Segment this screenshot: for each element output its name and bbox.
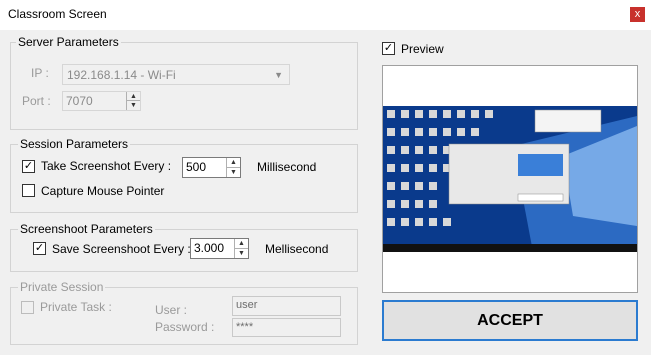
take-screenshot-label: Take Screenshot Every : xyxy=(41,159,172,173)
preview-dialog xyxy=(534,109,602,133)
desktop-preview-image xyxy=(383,66,637,252)
down-arrow-icon[interactable]: ▼ xyxy=(227,168,240,178)
private-task-label: Private Task : xyxy=(40,300,112,314)
save-screenshot-checkbox[interactable]: ✓ xyxy=(33,242,46,255)
taskbar xyxy=(383,244,637,252)
take-interval-stepper[interactable]: 500 ▲ ▼ xyxy=(182,157,241,178)
take-interval-buttons[interactable]: ▲ ▼ xyxy=(226,158,240,177)
take-interval-unit: Millisecond xyxy=(257,160,317,174)
down-arrow-icon[interactable]: ▼ xyxy=(235,249,248,259)
private-task-checkbox[interactable] xyxy=(21,301,34,314)
preview-pane xyxy=(382,65,638,293)
accept-button[interactable]: ACCEPT xyxy=(382,300,638,341)
chevron-down-icon: ▼ xyxy=(274,70,283,80)
port-value: 7070 xyxy=(66,94,93,108)
port-stepper-buttons[interactable]: ▲ ▼ xyxy=(126,92,140,110)
take-interval-value: 500 xyxy=(186,160,207,174)
preview-label: Preview xyxy=(401,42,444,56)
password-label: Password : xyxy=(155,320,215,334)
save-interval-buttons[interactable]: ▲ ▼ xyxy=(234,239,248,258)
ip-label: IP : xyxy=(31,66,49,80)
up-arrow-icon[interactable]: ▲ xyxy=(127,92,140,101)
capture-mouse-checkbox[interactable] xyxy=(22,184,35,197)
save-interval-unit: Mellisecond xyxy=(265,242,329,256)
take-screenshot-checkbox[interactable]: ✓ xyxy=(22,160,35,173)
close-button[interactable]: x xyxy=(630,7,645,22)
ip-select[interactable]: 192.168.1.14 - Wi-Fi ▼ xyxy=(62,64,290,85)
save-interval-stepper[interactable]: 3.000 ▲ ▼ xyxy=(190,238,249,259)
session-parameters-group xyxy=(10,144,358,213)
window-title: Classroom Screen xyxy=(8,7,107,21)
preview-checkbox[interactable]: ✓ xyxy=(382,42,395,55)
server-parameters-group xyxy=(10,42,358,130)
port-stepper[interactable]: 7070 ▲ ▼ xyxy=(62,91,141,111)
user-label: User : xyxy=(155,303,188,317)
session-parameters-legend: Session Parameters xyxy=(18,137,131,151)
save-interval-value: 3.000 xyxy=(194,241,225,255)
ip-select-value: 192.168.1.14 - Wi-Fi xyxy=(67,68,176,82)
up-arrow-icon[interactable]: ▲ xyxy=(235,239,248,249)
save-screenshot-label: Save Screenshoot Every : xyxy=(52,242,191,256)
port-label: Port : xyxy=(22,94,51,108)
server-parameters-legend: Server Parameters xyxy=(16,35,121,49)
capture-mouse-label: Capture Mouse Pointer xyxy=(41,184,165,198)
private-session-legend: Private Session xyxy=(18,280,106,294)
up-arrow-icon[interactable]: ▲ xyxy=(227,158,240,168)
title-bar: Classroom Screen x xyxy=(0,0,651,30)
password-input[interactable]: **** xyxy=(232,318,341,337)
down-arrow-icon[interactable]: ▼ xyxy=(127,101,140,110)
user-input[interactable]: user xyxy=(232,296,341,316)
screenshot-parameters-legend: Screenshoot Parameters xyxy=(18,222,155,236)
